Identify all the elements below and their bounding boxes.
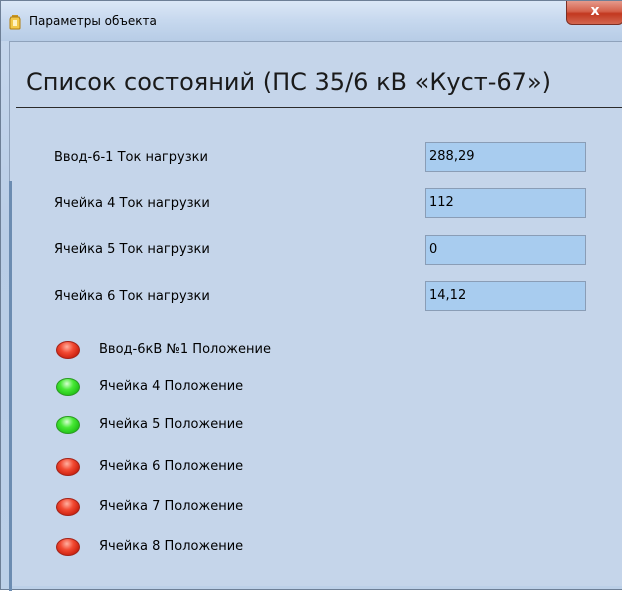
param-label-cell-4: Ячейка 4 Ток нагрузки <box>54 196 210 211</box>
status-label-cell-6: Ячейка 6 Положение <box>99 459 244 474</box>
window-title: Параметры объекта <box>29 14 157 28</box>
object-parameters-window: Параметры объекта x Список состояний (ПС… <box>0 0 622 591</box>
param-field-cell-4[interactable]: 112 <box>425 188 586 218</box>
header-divider <box>16 107 622 108</box>
param-label-cell-5: Ячейка 5 Ток нагрузки <box>54 242 210 257</box>
param-field-cell-6[interactable]: 14,12 <box>425 281 586 311</box>
close-icon: x <box>590 3 600 19</box>
status-green-icon <box>56 416 80 434</box>
status-red-icon <box>56 498 80 516</box>
status-green-icon <box>56 378 80 396</box>
param-label-cell-6: Ячейка 6 Ток нагрузки <box>54 289 210 304</box>
close-button[interactable]: x <box>566 1 622 25</box>
status-red-icon <box>56 341 80 359</box>
title-bar[interactable]: Параметры объекта x <box>1 1 622 41</box>
status-red-icon <box>56 458 80 476</box>
param-field-vvod-6-1[interactable]: 288,29 <box>425 142 586 172</box>
status-label-cell-8: Ячейка 8 Положение <box>99 539 244 554</box>
status-label-cell-4: Ячейка 4 Положение <box>99 379 244 394</box>
app-icon <box>8 14 22 30</box>
window-frame-accent <box>9 181 12 591</box>
param-label-vvod-6-1: Ввод-6-1 Ток нагрузки <box>54 150 208 165</box>
status-red-icon <box>56 538 80 556</box>
page-title: Список состояний (ПС 35/6 кВ «Куст-67») <box>26 68 551 96</box>
status-label-cell-7: Ячейка 7 Положение <box>99 499 244 514</box>
status-label-vvod-6kv-1: Ввод-6кВ №1 Положение <box>99 342 271 357</box>
param-field-cell-5[interactable]: 0 <box>425 235 586 265</box>
status-label-cell-5: Ячейка 5 Положение <box>99 417 244 432</box>
